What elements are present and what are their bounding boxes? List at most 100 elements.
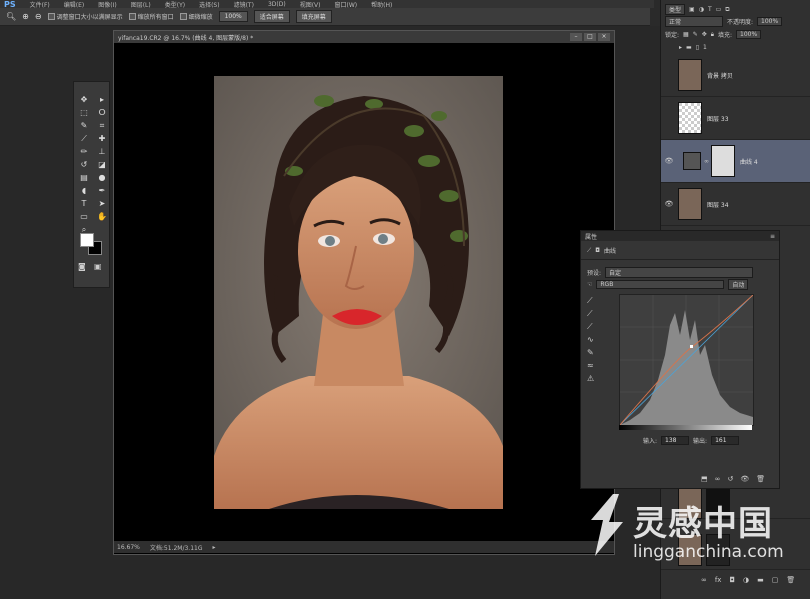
menu-3d[interactable]: 3D(D) [268,1,286,8]
resize-windows-checkbox[interactable]: 调整窗口大小以满屏显示 [47,12,123,21]
visibility-icon[interactable]: 👁︎ [740,475,749,483]
reset-icon[interactable]: ↺ [727,475,733,483]
eyedropper-white-icon[interactable]: ⟋ [587,320,601,333]
menu-layer[interactable]: 图层(L) [131,0,151,9]
maximize-icon[interactable]: □ [584,33,596,41]
menu-edit[interactable]: 编辑(E) [64,0,84,9]
menu-window[interactable]: 窗口(W) [335,0,358,9]
blend-mode-select[interactable]: 正常 [665,16,723,27]
pen-tool-icon[interactable]: ✒ [95,185,109,196]
delete-icon[interactable]: 🗑︎ [756,475,765,483]
foreground-color[interactable] [80,233,94,247]
hand-tool-icon[interactable]: ✋ [95,211,109,222]
curves-graph[interactable] [619,294,754,426]
layer-row[interactable]: 背景 拷贝 [661,54,810,97]
channel-select[interactable]: RGB [596,280,725,289]
layer-group-row[interactable]: ▸ ▬ ▯ 1 [679,44,707,51]
opacity-field[interactable]: 100% [757,17,783,26]
shape-tool-icon[interactable]: ▭ [77,211,91,222]
screen-mode-icon[interactable]: ▣ [94,262,102,271]
stamp-tool-icon[interactable]: ⊥ [95,146,109,157]
lock-pixels-icon[interactable]: ▦ [683,31,689,38]
blur-tool-icon[interactable]: ● [95,172,109,183]
panel-menu-icon[interactable]: ≡ [770,233,775,240]
filter-shape-icon[interactable]: ▭ [716,6,722,13]
quick-select-tool-icon[interactable]: ✎ [77,120,91,131]
eraser-tool-icon[interactable]: ◪ [95,159,109,170]
clip-warning-icon[interactable]: ⚠ [587,372,601,385]
type-tool-icon[interactable]: T [77,198,91,209]
lock-brush-icon[interactable]: ✎ [693,31,698,38]
layer-thumbnail [678,59,702,91]
layer-row[interactable]: 👁︎ 图层 34 [661,183,810,226]
scrubby-zoom-checkbox[interactable]: 细微缩放 [179,12,213,21]
eyedropper-black-icon[interactable]: ⟋ [587,294,601,307]
path-select-tool-icon[interactable]: ➤ [95,198,109,209]
gradient-tool-icon[interactable]: ▤ [77,172,91,183]
healing-tool-icon[interactable]: ✚ [95,133,109,144]
filter-type-icon[interactable]: T [708,6,712,13]
marquee-tool-icon[interactable]: ⬚ [77,107,91,118]
menu-type[interactable]: 类型(Y) [165,0,185,9]
zoom-tool-icon[interactable]: 🔍︎ [6,12,16,21]
eyedropper-gray-icon[interactable]: ⟋ [587,307,601,320]
clip-to-layer-icon[interactable]: ⬒ [701,475,708,483]
fill-field[interactable]: 100% [736,30,762,39]
target-adjust-icon[interactable]: ☜ [587,281,592,288]
fill-screen-button[interactable]: 填充屏幕 [295,10,332,23]
zoom-all-checkbox[interactable]: 缩放所有窗口 [128,12,174,21]
layer-name: 曲线 4 [740,158,758,166]
history-brush-tool-icon[interactable]: ↺ [77,159,91,170]
menu-select[interactable]: 选择(S) [199,0,220,9]
menu-help[interactable]: 帮助(H) [371,0,392,9]
layer-filter-select[interactable]: 类型 [665,4,686,15]
close-icon[interactable]: × [598,33,610,41]
canvas-image[interactable] [214,76,503,509]
app-logo[interactable]: PS [4,0,16,8]
curves-adjustment-icon[interactable]: ⟋ [587,247,591,255]
eye-icon[interactable]: 👁︎ [661,200,677,208]
preset-select[interactable]: 自定 [605,267,754,278]
filter-smart-icon[interactable]: ⧉ [725,6,729,14]
menu-view[interactable]: 视图(V) [300,0,321,9]
input-field[interactable]: 138 [661,436,690,445]
link-icon[interactable]: ∞ [704,158,709,165]
auto-button[interactable]: 自动 [728,279,749,290]
fit-screen-button[interactable]: 适合屏幕 [253,10,290,23]
minimize-icon[interactable]: – [570,33,582,41]
layer-row[interactable]: 图层 33 [661,97,810,140]
lock-position-icon[interactable]: ✥ [702,31,707,38]
lock-all-icon[interactable]: 🔒︎ [711,31,714,39]
crop-tool-icon[interactable]: ⌗ [95,120,109,131]
curve-edit-icon[interactable]: ∿ [587,333,601,346]
pencil-icon[interactable]: ✎ [587,346,601,359]
artboard-tool-icon[interactable]: ▸ [95,94,109,105]
mask-icon[interactable]: ◘ [595,247,600,254]
filter-adjust-icon[interactable]: ◑ [699,6,704,13]
menu-file[interactable]: 文件(F) [30,0,50,9]
move-tool-icon[interactable]: ✥ [77,94,91,105]
layer-mask-thumbnail[interactable] [711,145,735,177]
menu-filter[interactable]: 滤镜(T) [234,0,254,9]
smooth-icon[interactable]: ≈ [587,359,601,372]
output-field[interactable]: 161 [711,436,740,445]
zoom-level[interactable]: 16.67% [117,544,140,551]
lasso-tool-icon[interactable]: ⵔ [95,107,109,118]
group-expand-icon[interactable]: ▸ [679,44,682,51]
brush-tool-icon[interactable]: ✏ [77,146,91,157]
eye-icon[interactable]: 👁︎ [661,157,677,165]
document-tab[interactable]: yifanca19.CR2 @ 16.7% (曲线 4, 图层蒙版/8) * –… [114,31,614,43]
zoom-100-button[interactable]: 100% [218,11,248,22]
layer-row-active[interactable]: 👁︎ ∞ 曲线 4 [661,140,810,183]
properties-footer: ⬒ ∞ ↺ 👁︎ 🗑︎ [701,475,765,483]
quick-mask-icon[interactable]: ◙ [78,262,86,271]
zoom-in-icon[interactable]: ⊕ [22,12,29,21]
status-arrow-icon[interactable]: ▸ [212,544,215,551]
menu-image[interactable]: 图像(I) [98,0,116,9]
fill-label: 填充: [717,32,732,39]
view-previous-icon[interactable]: ∞ [715,475,721,483]
dodge-tool-icon[interactable]: ◖ [77,185,91,196]
zoom-out-icon[interactable]: ⊖ [35,12,42,21]
filter-pixel-icon[interactable]: ▣ [689,6,695,13]
eyedropper-tool-icon[interactable]: ⟋ [77,133,91,144]
